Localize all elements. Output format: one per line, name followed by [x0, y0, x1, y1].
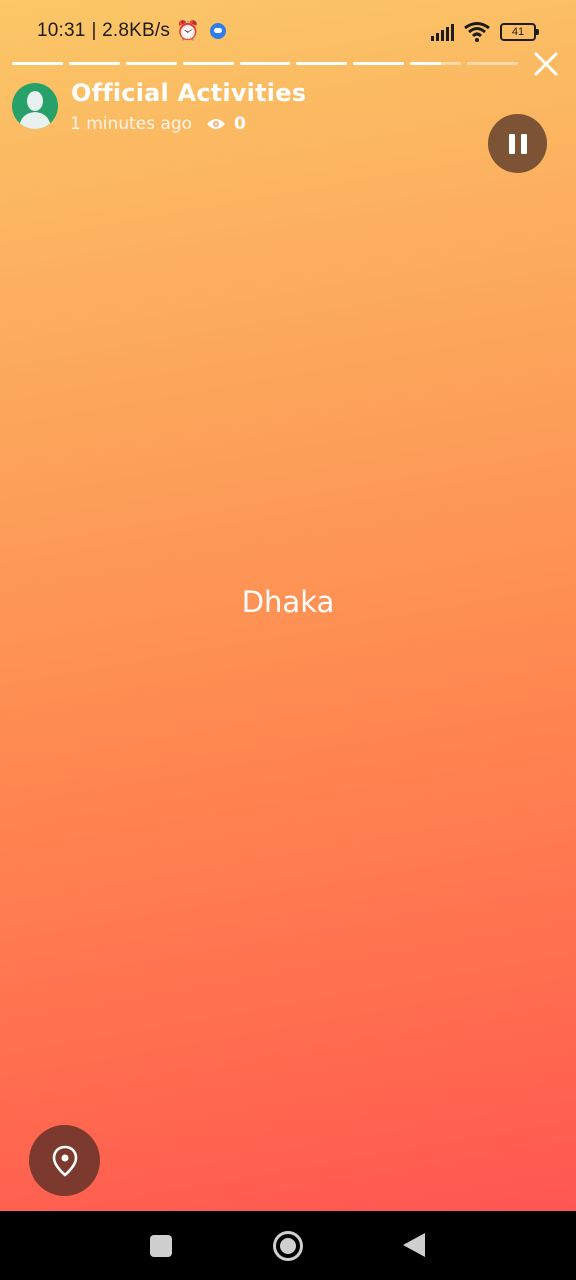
battery-level: 41	[511, 26, 525, 38]
back-button[interactable]	[403, 1233, 425, 1257]
progress-segment-fill	[410, 62, 441, 65]
user-avatar-icon[interactable]	[12, 83, 58, 129]
story-author-name[interactable]: Official Activities	[71, 79, 306, 107]
signal-icon	[431, 23, 454, 41]
progress-segment	[12, 62, 63, 65]
status-left: 10:31 | 2.8KB/s ⏰	[37, 19, 226, 43]
alarm-icon: ⏰	[176, 21, 200, 42]
status-time: 10:31	[37, 20, 86, 41]
progress-segment-fill	[182, 62, 234, 65]
story-meta: 1 minutes ago 0	[70, 114, 246, 134]
battery-icon: 41	[500, 23, 539, 41]
progress-segment-fill	[239, 62, 291, 65]
wifi-icon	[464, 22, 490, 42]
progress-segment-fill	[296, 62, 348, 65]
view-count: 0	[206, 114, 246, 134]
messenger-notification-icon	[209, 23, 226, 39]
progress-segment-fill	[125, 62, 177, 65]
home-button[interactable]	[273, 1231, 303, 1261]
story-text: Dhaka	[241, 585, 335, 619]
view-count-value: 0	[234, 114, 246, 134]
progress-segment	[125, 62, 177, 65]
location-button[interactable]	[29, 1125, 100, 1196]
progress-segment	[353, 62, 405, 65]
progress-segment	[182, 62, 234, 65]
status-right: 41	[431, 22, 539, 42]
recent-apps-button[interactable]	[150, 1235, 172, 1257]
progress-segment	[410, 62, 462, 65]
progress-segment	[296, 62, 348, 65]
location-pin-icon	[52, 1145, 77, 1177]
status-bar: 10:31 | 2.8KB/s ⏰ 41	[0, 0, 576, 60]
story-progress-bar	[12, 62, 519, 66]
progress-segment	[239, 62, 291, 65]
progress-segment-fill	[12, 62, 63, 65]
eye-icon	[207, 119, 226, 129]
progress-segment	[467, 62, 519, 65]
system-nav-bar	[0, 1211, 576, 1280]
story-view[interactable]: 10:31 | 2.8KB/s ⏰ 41 Official Activities…	[0, 0, 576, 1211]
pause-icon	[508, 133, 515, 154]
pause-button[interactable]	[488, 114, 547, 173]
status-network-speed: | 2.8KB/s	[91, 20, 171, 41]
close-icon[interactable]	[532, 50, 560, 78]
progress-segment-fill	[353, 62, 405, 65]
pause-icon-bar	[520, 133, 527, 154]
story-time-ago: 1 minutes ago	[70, 114, 193, 134]
progress-segment	[68, 62, 120, 65]
progress-segment-fill	[68, 62, 120, 65]
